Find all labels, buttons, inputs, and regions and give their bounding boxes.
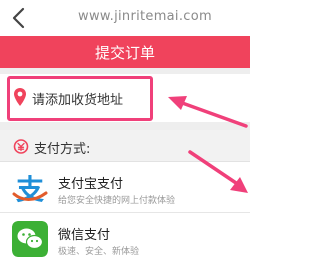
browser-toolbar: www.jinritemai.com: [0, 0, 250, 36]
payment-option-wechat[interactable]: 微信支付 极速、安全、新体验: [0, 214, 250, 261]
browser-url[interactable]: www.jinritemai.com: [40, 9, 250, 24]
page-title: 提交订单: [94, 44, 155, 62]
add-address-row[interactable]: 请添加收货地址: [0, 74, 250, 122]
alipay-logo-icon: 支: [12, 170, 48, 206]
payment-option-desc: 给您安全快捷的网上付款体验: [58, 196, 176, 206]
payment-option-alipay[interactable]: 支 支付宝支付 给您安全快捷的网上付款体验: [0, 163, 250, 213]
wechat-logo-icon: [12, 221, 48, 257]
payment-option-name: 微信支付: [58, 228, 111, 243]
annotation-highlight-box: [7, 76, 153, 121]
payment-method-icon: [13, 139, 29, 154]
payment-option-name: 支付宝支付: [58, 177, 124, 192]
svg-text:支: 支: [16, 173, 44, 206]
section-divider: [0, 122, 250, 130]
back-arrow-icon[interactable]: [6, 4, 32, 32]
payment-method-header: 支付方式:: [0, 130, 250, 162]
page-header: 提交订单: [0, 36, 250, 68]
payment-method-label: 支付方式:: [34, 142, 91, 157]
payment-option-desc: 极速、安全、新体验: [58, 247, 140, 257]
